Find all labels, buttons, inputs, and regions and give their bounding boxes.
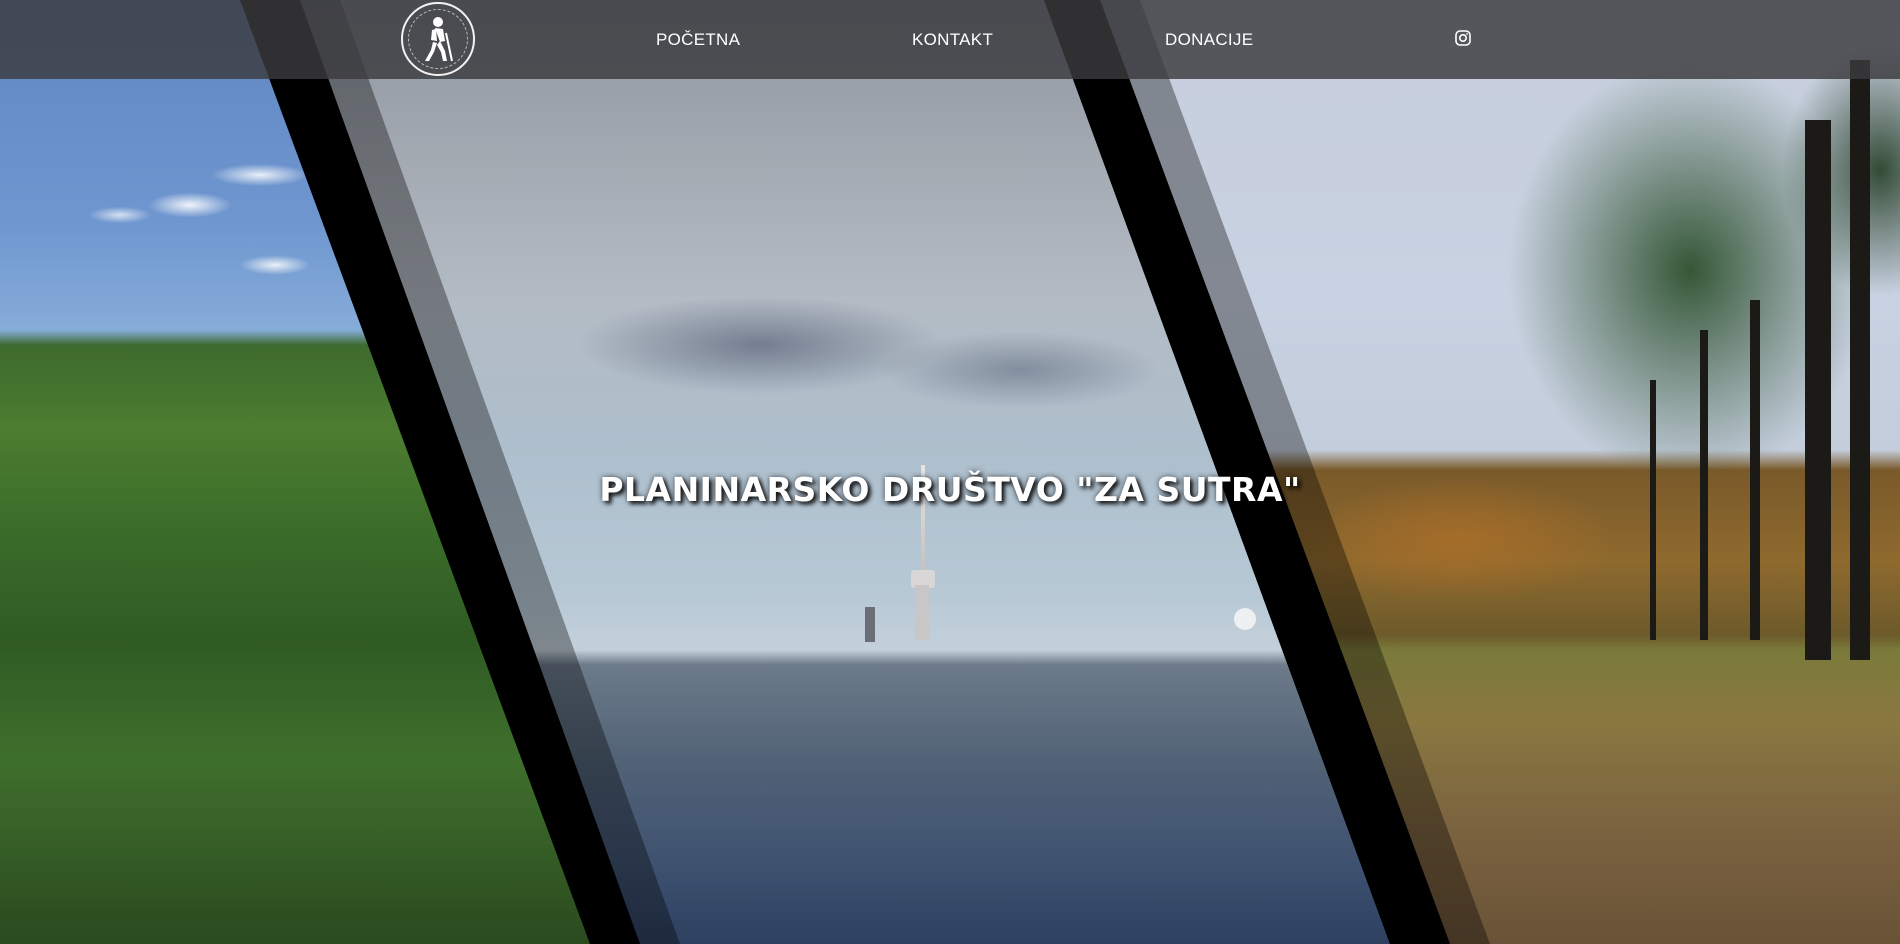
small-antenna [865,607,875,642]
tv-tower-base [915,585,929,640]
radar-dome [1234,608,1256,630]
hero-slideshow: PLANINARSKO DRUŠTVO "ZA SUTRA" [0,0,1900,944]
tree-trunk [1805,120,1831,660]
tree-trunk [1850,60,1870,660]
hero-title: PLANINARSKO DRUŠTVO "ZA SUTRA" [599,470,1301,509]
tree-trunk [1650,380,1656,640]
hiker-icon [425,17,453,62]
nav-item-kontakt[interactable]: KONTAKT [912,0,993,79]
nav-item-pocetna[interactable]: POČETNA [656,0,740,79]
instagram-link[interactable] [1455,30,1471,46]
logo-link[interactable] [401,2,475,76]
instagram-icon [1455,30,1471,46]
nav-item-donacije[interactable]: DONACIJE [1165,0,1253,79]
top-navbar: POČETNA KONTAKT DONACIJE [0,0,1900,79]
